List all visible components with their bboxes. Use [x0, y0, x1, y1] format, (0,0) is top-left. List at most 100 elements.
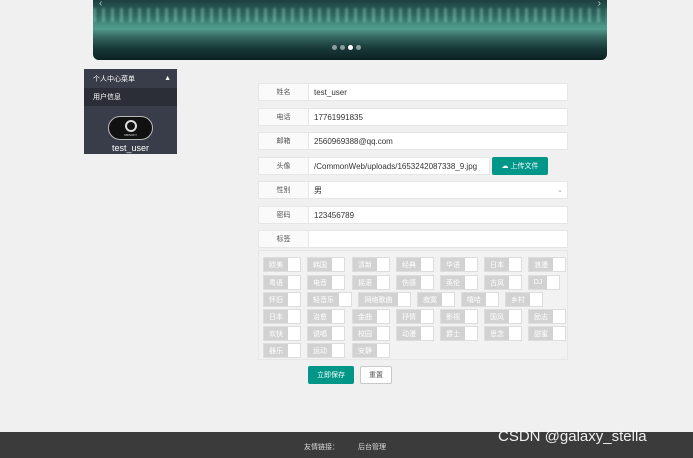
tag-checkbox[interactable]: 治愈 [307, 309, 345, 324]
tag-checkbox[interactable]: 粤语 [263, 275, 301, 290]
tags-label: 标签 [259, 231, 309, 247]
tag-checkbox[interactable]: 校园 [352, 326, 390, 341]
tag-checkbox-group: 欧美 韩国 清新 经典 华语 日本 浪漫 粤语 电音 摇滚 伤感 英伦 古风 D… [258, 250, 568, 360]
tag-label: 寂寞 [418, 293, 442, 306]
tag-checkbox[interactable]: 电音 [307, 275, 345, 290]
tag-checkbox[interactable]: 韩国 [307, 257, 345, 272]
tag-label: 华语 [441, 258, 465, 271]
tag-checkbox[interactable]: 器乐 [263, 343, 301, 358]
gender-select[interactable]: 男 [309, 182, 553, 198]
tag-label: 影视 [441, 310, 465, 323]
email-input[interactable]: 2560969388@qq.com [309, 133, 567, 149]
caret-up-icon: ▲ [164, 75, 171, 82]
tag-checkbox[interactable]: 动漫 [396, 326, 434, 341]
chevron-down-icon[interactable]: ⌄ [553, 182, 567, 198]
tag-checkbox[interactable]: 爵士 [440, 326, 478, 341]
footer-links-label: 友情链接： [304, 444, 339, 451]
tag-checkbox[interactable]: 乡村 [505, 292, 543, 307]
tag-label: 金曲 [353, 310, 377, 323]
tag-label: 思念 [485, 327, 509, 340]
tag-checkbox[interactable]: 运动 [307, 343, 345, 358]
tag-checkbox[interactable]: 抒情 [396, 309, 434, 324]
tag-label: 乡村 [506, 293, 530, 306]
carousel-dot[interactable] [332, 45, 337, 50]
username-label: test_user [111, 143, 150, 153]
tag-checkbox[interactable]: 网络歌曲 [358, 292, 411, 307]
tags-input[interactable] [309, 231, 567, 247]
carousel-next-icon[interactable]: › [598, 0, 601, 9]
side-menu-item-label: 用户信息 [93, 94, 121, 101]
tag-label: 甜蜜 [529, 327, 553, 340]
tag-label: 嘻哈 [462, 293, 486, 306]
password-input[interactable]: 123456789 [309, 207, 567, 223]
tag-checkbox[interactable]: 怀旧 [263, 292, 301, 307]
side-menu: 个人中心菜单 ▲ 用户信息 UBISOFT test_user [84, 69, 177, 154]
tag-checkbox[interactable]: 日本 [484, 257, 522, 272]
tag-checkbox[interactable]: 摇滚 [352, 275, 390, 290]
carousel-prev-icon[interactable]: ‹ [99, 0, 102, 9]
tag-label: 励志 [529, 310, 553, 323]
tag-checkbox[interactable]: 嘻哈 [461, 292, 499, 307]
tag-label: 爵士 [441, 327, 465, 340]
tag-checkbox[interactable]: 影视 [440, 309, 478, 324]
tag-label: 欧美 [264, 258, 288, 271]
avatar-path-input[interactable]: /CommonWeb/uploads/1653242087338_9.jpg [309, 158, 489, 174]
tag-checkbox[interactable]: 华语 [440, 257, 478, 272]
tag-checkbox[interactable]: 轻音乐 [307, 292, 352, 307]
tag-checkbox[interactable]: 寂寞 [417, 292, 455, 307]
ubisoft-logo-icon [124, 120, 137, 132]
tag-checkbox[interactable]: 日本 [263, 309, 301, 324]
carousel-dot[interactable] [340, 45, 345, 50]
tag-checkbox[interactable]: 古风 [484, 275, 522, 290]
gender-field: 性别 男 ⌄ [258, 181, 568, 199]
tag-label: 日本 [264, 310, 288, 323]
avatar-field: 头像 /CommonWeb/uploads/1653242087338_9.jp… [258, 157, 490, 175]
tag-checkbox[interactable]: DJ [528, 275, 560, 290]
tag-checkbox[interactable]: 说唱 [307, 326, 345, 341]
carousel-dot[interactable] [356, 45, 361, 50]
tag-checkbox[interactable]: 英伦 [440, 275, 478, 290]
tags-field: 标签 [258, 230, 568, 248]
tag-checkbox[interactable]: 伤感 [396, 275, 434, 290]
banner-carousel[interactable]: ‹ › [93, 0, 607, 60]
tag-label: 网络歌曲 [359, 293, 398, 306]
upload-button[interactable]: ☁ 上传文件 [492, 157, 548, 175]
footer-admin-link[interactable]: 后台管理 [358, 442, 386, 452]
name-input[interactable]: test_user [309, 84, 567, 100]
cloud-upload-icon: ☁ [501, 163, 509, 170]
name-label: 姓名 [259, 84, 309, 100]
carousel-dot-active[interactable] [348, 45, 353, 50]
tag-checkbox[interactable]: 欢快 [263, 326, 301, 341]
tag-checkbox[interactable]: 浪漫 [528, 257, 566, 272]
phone-input[interactable]: 17761991835 [309, 109, 567, 125]
email-label: 邮箱 [259, 133, 309, 149]
tag-checkbox[interactable]: 欧美 [263, 257, 301, 272]
tag-checkbox[interactable]: 金曲 [352, 309, 390, 324]
tag-checkbox[interactable]: 经典 [396, 257, 434, 272]
tag-label: 运动 [308, 344, 332, 357]
tag-checkbox[interactable]: 国风 [484, 309, 522, 324]
tag-label: 英伦 [441, 276, 465, 289]
tag-checkbox[interactable]: 思念 [484, 326, 522, 341]
tag-label: 治愈 [308, 310, 332, 323]
tag-checkbox[interactable]: 清新 [352, 257, 390, 272]
tag-checkbox[interactable]: 励志 [528, 309, 566, 324]
save-button[interactable]: 立即保存 [308, 366, 354, 384]
tag-label: 韩国 [308, 258, 332, 271]
side-menu-header[interactable]: 个人中心菜单 ▲ [84, 69, 177, 88]
tag-label: 怀旧 [264, 293, 288, 306]
tag-label: 轻音乐 [308, 293, 339, 306]
reset-button[interactable]: 重置 [360, 366, 392, 384]
tag-label: 浪漫 [529, 258, 553, 271]
tag-label: 国风 [485, 310, 509, 323]
tag-checkbox[interactable]: 甜蜜 [528, 326, 566, 341]
tag-label: 日本 [485, 258, 509, 271]
tag-label: 安静 [353, 344, 377, 357]
tag-label: 电音 [308, 276, 332, 289]
tag-label: 动漫 [397, 327, 421, 340]
tag-checkbox[interactable]: 安静 [352, 343, 390, 358]
side-menu-title: 个人中心菜单 [93, 75, 135, 83]
side-menu-item-user-info[interactable]: 用户信息 [84, 88, 177, 106]
carousel-indicators [332, 45, 361, 50]
tag-label: 清新 [353, 258, 377, 271]
